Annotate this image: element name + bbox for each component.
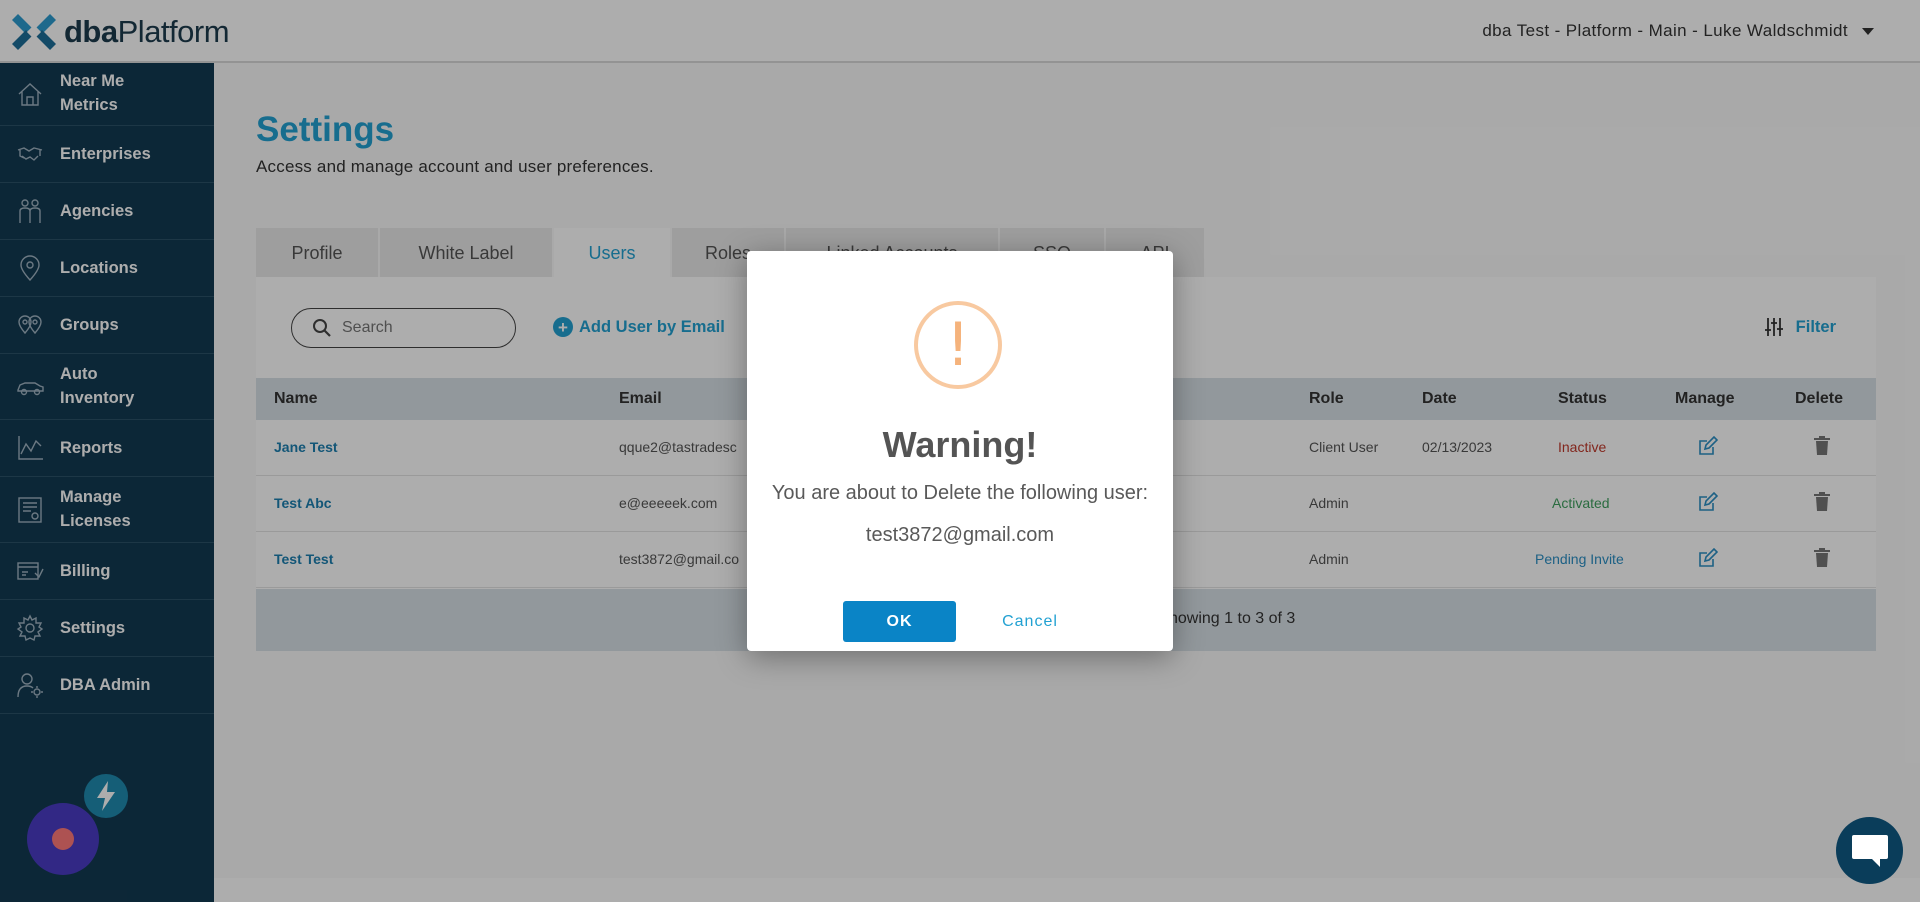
dialog-user-email: test3872@gmail.com	[865, 524, 1055, 546]
dialog-message: You are about to Delete the following us…	[771, 482, 1149, 504]
warning-icon: !	[914, 301, 1002, 389]
chat-launcher-button[interactable]	[1836, 817, 1903, 884]
cancel-button[interactable]: Cancel	[975, 601, 1085, 642]
delete-user-warning-dialog: ! Warning! You are about to Delete the f…	[747, 251, 1173, 651]
ok-button[interactable]: OK	[843, 601, 956, 642]
chat-bubble-icon	[1851, 834, 1888, 867]
dialog-title: Warning!	[882, 424, 1038, 465]
